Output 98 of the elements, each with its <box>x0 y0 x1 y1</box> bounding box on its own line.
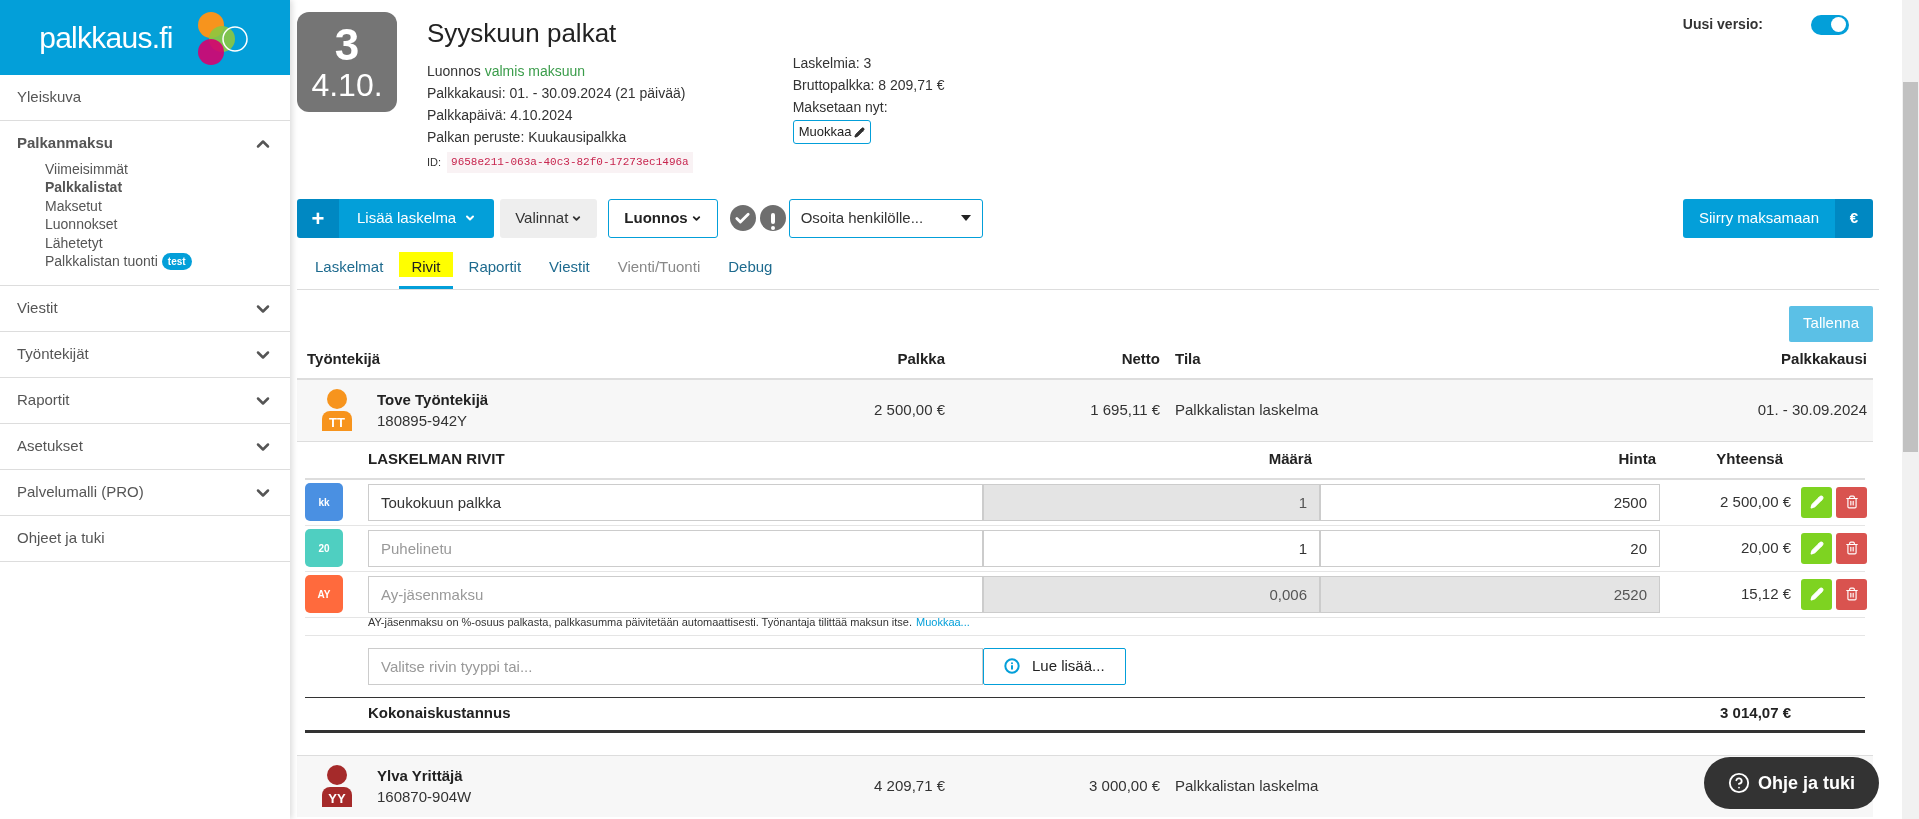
delete-row-button[interactable] <box>1836 532 1867 564</box>
tab[interactable]: Laskelmat <box>303 249 396 289</box>
employee-row[interactable]: TT Tove Työntekijä 180895-942Y 2 500,00 € 1 695,11 € Palkkalistan laskelma 01. - 30.09.2024 <box>297 379 1873 442</box>
summary-line: Laskelmia: 3 <box>792 54 872 73</box>
pencil-icon <box>1809 541 1824 555</box>
avatar-initials: YY <box>328 790 346 808</box>
tab[interactable]: Rivit <box>399 249 453 289</box>
info-icon <box>1004 658 1020 674</box>
delete-row-button[interactable] <box>1836 578 1867 610</box>
logo-text: palkkaus.fi <box>39 20 173 56</box>
sidebar-item[interactable]: Työntekijät <box>17 343 89 366</box>
row-name-field[interactable]: Ay-jäsenmaksu <box>368 575 983 613</box>
column-header: Netto <box>1120 349 1160 370</box>
column-header: Palkkakausi <box>1780 349 1868 370</box>
help-icon <box>1727 772 1750 794</box>
exclamation-icon[interactable] <box>759 205 786 231</box>
edit-button[interactable]: Muokkaa <box>792 120 872 144</box>
options-button[interactable]: Valinnat <box>500 198 598 238</box>
row-total: 2 500,00 € <box>1719 491 1792 512</box>
pencil-icon <box>1809 495 1824 509</box>
total-value: 3 014,07 € <box>1719 703 1792 724</box>
assign-select[interactable]: Osoita henkilölle... <box>788 198 983 238</box>
help-button[interactable]: Ohje ja tuki <box>1703 757 1879 809</box>
net-cell-text: 3 000,00 € <box>1088 775 1160 796</box>
column-header: Työntekijä <box>306 349 382 370</box>
row-note: AY-jäsenmaksu on %-osuus palkasta, palkkasumma päivitetään automaattisesti. Työnantaja tilittää maksun itse. <box>368 615 912 630</box>
tab[interactable]: Raportit <box>456 249 534 289</box>
pencil-icon <box>854 126 866 138</box>
scrollbar[interactable] <box>1902 0 1919 819</box>
sidebar-subitem[interactable]: Viimeisimmät <box>45 158 128 180</box>
column-header: Yhteensä <box>1715 449 1784 470</box>
quantity-field[interactable]: 1 <box>983 483 1320 521</box>
delete-row-button[interactable] <box>1836 486 1867 518</box>
sidebar-item[interactable]: Viestit <box>17 297 58 320</box>
pay-date: 4.10. <box>311 69 383 101</box>
status-text: valmis maksuun <box>484 62 586 81</box>
checkmark-icon[interactable] <box>729 205 756 231</box>
trash-icon <box>1844 587 1859 601</box>
status-button[interactable]: Luonnos <box>608 198 718 238</box>
row-total: 20,00 € <box>1739 537 1792 558</box>
row-type-badge: 20 <box>305 529 343 567</box>
row-type-badge: AY <box>305 575 343 613</box>
employee-id: 160870-904W <box>377 787 473 807</box>
caret-down-icon <box>960 215 971 221</box>
row-name-field[interactable]: Toukokuun palkka <box>368 483 983 521</box>
period-cell-text: 01. - 30.09.2024 <box>1756 399 1868 420</box>
column-header: Hinta <box>1617 449 1657 470</box>
row-name-field[interactable]: Puhelinetu <box>368 529 983 567</box>
price-field[interactable]: 2500 <box>1320 483 1660 521</box>
summary-line: Bruttopalkka: 8 209,71 € <box>792 76 945 95</box>
sidebar-item[interactable]: Ohjeet ja tuki <box>17 527 105 550</box>
section-title: LASKELMAN RIVIT <box>368 449 506 470</box>
column-header: Palkka <box>896 349 945 370</box>
test-badge: test <box>161 253 192 271</box>
sidebar-item[interactable]: Yleiskuva <box>17 86 82 109</box>
price-field[interactable]: 2520 <box>1320 575 1660 613</box>
id-label: ID: <box>427 155 442 170</box>
id-code: 9658e211-063a-40c3-82f0-17273ec1496a <box>447 152 693 173</box>
summary-line: Maksetaan nyt: <box>792 98 888 117</box>
employee-name[interactable]: Tove Työntekijä <box>377 389 745 410</box>
sidebar-item[interactable]: Raportit <box>17 389 70 412</box>
employee-name[interactable]: Ylva Yrittäjä <box>377 765 745 786</box>
sidebar-subitem[interactable]: Palkkalistan tuonti <box>45 251 158 273</box>
quantity-field[interactable]: 0,006 <box>983 575 1320 613</box>
net-cell-text: 1 695,11 € <box>1089 399 1160 420</box>
add-icon[interactable]: + <box>297 198 339 238</box>
version-toggle[interactable] <box>1811 14 1849 35</box>
tab[interactable]: Debug <box>716 249 785 289</box>
avatar-initials: TT <box>329 414 345 432</box>
state-cell-text: Palkkalistan laskelma <box>1174 399 1320 420</box>
column-header: Määrä <box>1267 449 1313 470</box>
sidebar-item[interactable]: Palkanmaksu <box>17 132 113 155</box>
price-field[interactable]: 20 <box>1320 529 1660 567</box>
info-line: Palkkapäivä: 4.10.2024 <box>427 106 574 125</box>
row-type-badge: kk <box>305 483 343 521</box>
sidebar-item[interactable]: Palvelumalli (PRO) <box>17 481 144 504</box>
trash-icon <box>1844 495 1859 509</box>
sidebar-item[interactable]: Asetukset <box>17 435 83 458</box>
employee-id: 180895-942Y <box>377 411 469 431</box>
row-total: 15,12 € <box>1739 583 1792 604</box>
total-label: Kokonaiskustannus <box>368 703 512 724</box>
status-label: Luonnos <box>427 62 481 81</box>
page-title: Syyskuun palkat <box>427 20 618 46</box>
column-header: Tila <box>1174 349 1202 370</box>
quantity-field[interactable]: 1 <box>983 529 1320 567</box>
salary-cell-text: 2 500,00 € <box>873 399 945 420</box>
row-type-field[interactable]: Valitse rivin tyyppi tai... <box>368 647 983 685</box>
version-label: Uusi versio: <box>1682 15 1763 34</box>
tab[interactable]: Viestit <box>537 249 602 289</box>
euro-icon[interactable]: € <box>1835 198 1873 238</box>
calculation-count: 3 <box>334 23 360 67</box>
state-cell-text: Palkkalistan laskelma <box>1174 775 1320 796</box>
read-more-button[interactable]: Lue lisää... <box>983 647 1126 685</box>
info-line: Palkkakausi: 01. - 30.09.2024 (21 päivää) <box>427 84 687 103</box>
trash-icon <box>1844 541 1859 555</box>
salary-cell-text: 4 209,71 € <box>873 775 945 796</box>
info-line: Palkan peruste: Kuukausipalkka <box>427 128 628 147</box>
pencil-icon <box>1809 587 1824 601</box>
